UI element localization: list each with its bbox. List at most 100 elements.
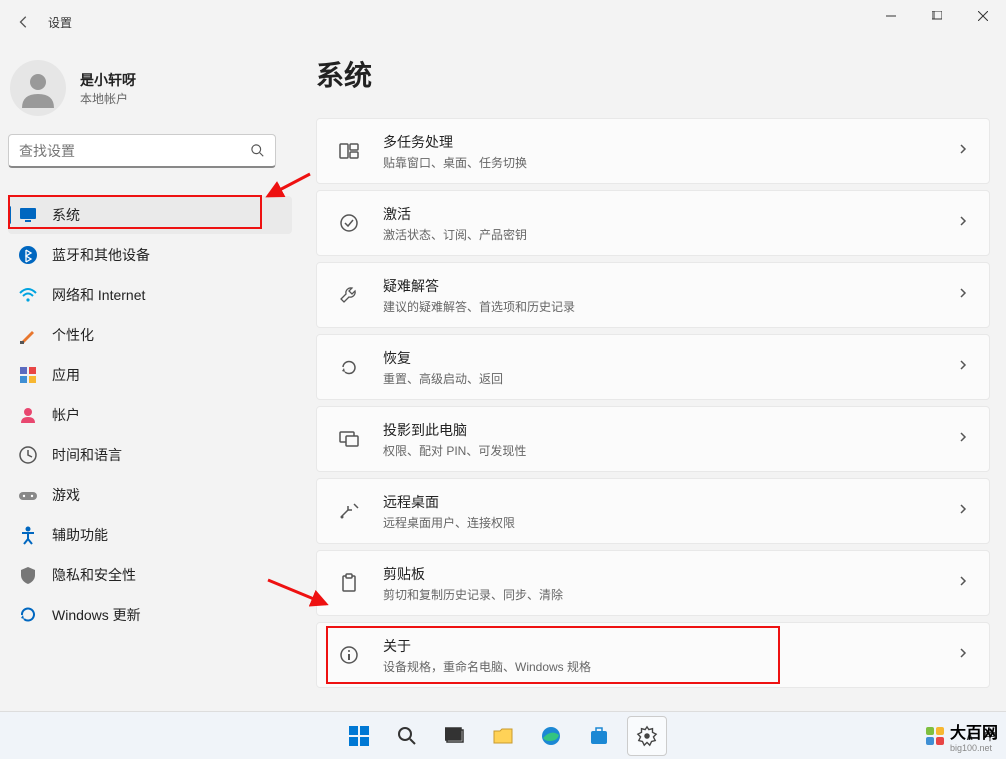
edge-icon xyxy=(540,725,562,747)
sidebar-item-label: 蓝牙和其他设备 xyxy=(52,245,150,265)
chevron-right-icon xyxy=(957,646,969,664)
check-icon xyxy=(337,211,361,235)
row-text: 剪贴板 剪切和复制历史记录、同步、清除 xyxy=(383,564,957,603)
search-input[interactable] xyxy=(8,134,276,168)
sidebar-item-label: 系统 xyxy=(52,205,80,225)
main-panel: 系统 多任务处理 贴靠窗口、桌面、任务切换 激活 激活状态、订阅、产品密钥 疑难… xyxy=(300,44,1006,711)
sidebar-item-7[interactable]: 游戏 xyxy=(8,476,292,514)
row-text: 关于 设备规格，重命名电脑、Windows 规格 xyxy=(383,636,957,675)
maximize-icon xyxy=(932,11,942,21)
multitask-icon xyxy=(337,139,361,163)
close-icon xyxy=(978,11,988,21)
row-text: 远程桌面 远程桌面用户、连接权限 xyxy=(383,492,957,531)
sidebar-item-6[interactable]: 时间和语言 xyxy=(8,436,292,474)
user-account-type: 本地帐户 xyxy=(80,90,136,107)
row-title: 关于 xyxy=(383,636,957,656)
setting-row-project[interactable]: 投影到此电脑 权限、配对 PIN、可发现性 xyxy=(316,406,990,472)
back-button[interactable] xyxy=(8,6,40,38)
sidebar-item-10[interactable]: Windows 更新 xyxy=(8,596,292,634)
arrow-left-icon xyxy=(17,15,31,29)
taskbar: ∧ 中 xyxy=(0,711,1006,759)
start-button[interactable] xyxy=(339,716,379,756)
chevron-right-icon xyxy=(957,502,969,520)
setting-row-clipboard[interactable]: 剪贴板 剪切和复制历史记录、同步、清除 xyxy=(316,550,990,616)
project-icon xyxy=(337,427,361,451)
setting-row-info[interactable]: 关于 设备规格，重命名电脑、Windows 规格 xyxy=(316,622,990,688)
sidebar-item-2[interactable]: 网络和 Internet xyxy=(8,276,292,314)
minimize-button[interactable] xyxy=(868,0,914,32)
watermark: 大百网 big100.net xyxy=(920,717,1002,755)
settings-app[interactable] xyxy=(627,716,667,756)
watermark-url: big100.net xyxy=(950,743,998,753)
file-explorer[interactable] xyxy=(483,716,523,756)
task-view[interactable] xyxy=(435,716,475,756)
row-subtitle: 远程桌面用户、连接权限 xyxy=(383,514,957,531)
row-subtitle: 建议的疑难解答、首选项和历史记录 xyxy=(383,298,957,315)
row-subtitle: 权限、配对 PIN、可发现性 xyxy=(383,442,957,459)
sidebar-item-label: 隐私和安全性 xyxy=(52,565,136,585)
sidebar-item-label: 应用 xyxy=(52,365,80,385)
search-icon xyxy=(397,726,417,746)
shield-icon xyxy=(18,565,38,585)
sidebar-item-1[interactable]: 蓝牙和其他设备 xyxy=(8,236,292,274)
taskbar-icons xyxy=(339,716,667,756)
setting-row-check[interactable]: 激活 激活状态、订阅、产品密钥 xyxy=(316,190,990,256)
taskbar-search[interactable] xyxy=(387,716,427,756)
window-title: 设置 xyxy=(48,14,72,31)
sidebar-item-label: 个性化 xyxy=(52,325,94,345)
row-subtitle: 激活状态、订阅、产品密钥 xyxy=(383,226,957,243)
setting-row-multitask[interactable]: 多任务处理 贴靠窗口、桌面、任务切换 xyxy=(316,118,990,184)
setting-row-remote[interactable]: 远程桌面 远程桌面用户、连接权限 xyxy=(316,478,990,544)
row-text: 投影到此电脑 权限、配对 PIN、可发现性 xyxy=(383,420,957,459)
search-box xyxy=(8,134,276,168)
user-name: 是小轩呀 xyxy=(80,70,136,90)
setting-row-wrench[interactable]: 疑难解答 建议的疑难解答、首选项和历史记录 xyxy=(316,262,990,328)
sidebar-item-4[interactable]: 应用 xyxy=(8,356,292,394)
search-button[interactable] xyxy=(244,138,272,164)
nav-list: 系统蓝牙和其他设备网络和 Internet 个性化应用帐户时间和语言游戏辅助功能隐… xyxy=(8,196,292,634)
clipboard-icon xyxy=(337,571,361,595)
row-title: 远程桌面 xyxy=(383,492,957,512)
sidebar-item-0[interactable]: 系统 xyxy=(8,196,292,234)
bluetooth-icon xyxy=(18,245,38,265)
watermark-logo-icon xyxy=(924,725,946,747)
sidebar-item-5[interactable]: 帐户 xyxy=(8,396,292,434)
row-text: 多任务处理 贴靠窗口、桌面、任务切换 xyxy=(383,132,957,171)
setting-row-recovery[interactable]: 恢复 重置、高级启动、返回 xyxy=(316,334,990,400)
row-text: 疑难解答 建议的疑难解答、首选项和历史记录 xyxy=(383,276,957,315)
windows-logo-icon xyxy=(347,724,371,748)
search-icon xyxy=(251,144,265,158)
sidebar-item-label: Windows 更新 xyxy=(52,605,141,625)
row-title: 剪贴板 xyxy=(383,564,957,584)
microsoft-store[interactable] xyxy=(579,716,619,756)
page-title: 系统 xyxy=(316,54,990,94)
gear-icon xyxy=(636,725,658,747)
close-button[interactable] xyxy=(960,0,1006,32)
sidebar-item-9[interactable]: 隐私和安全性 xyxy=(8,556,292,594)
wrench-icon xyxy=(337,283,361,307)
chevron-right-icon xyxy=(957,286,969,304)
avatar xyxy=(10,60,66,116)
person-icon xyxy=(18,68,58,108)
recovery-icon xyxy=(337,355,361,379)
user-block[interactable]: 是小轩呀 本地帐户 xyxy=(8,52,292,134)
accessibility-icon xyxy=(18,525,38,545)
sidebar-item-8[interactable]: 辅助功能 xyxy=(8,516,292,554)
watermark-brand: 大百网 xyxy=(950,719,998,743)
maximize-button[interactable] xyxy=(914,0,960,32)
update-icon xyxy=(18,605,38,625)
remote-icon xyxy=(337,499,361,523)
minimize-icon xyxy=(886,11,896,21)
sidebar: 是小轩呀 本地帐户 系统蓝牙和其他设备网络和 Internet 个性化应用帐户时间… xyxy=(0,44,300,711)
row-title: 恢复 xyxy=(383,348,957,368)
edge-browser[interactable] xyxy=(531,716,571,756)
row-subtitle: 贴靠窗口、桌面、任务切换 xyxy=(383,154,957,171)
folder-icon xyxy=(492,725,514,747)
chevron-right-icon xyxy=(957,430,969,448)
row-subtitle: 重置、高级启动、返回 xyxy=(383,370,957,387)
account-icon xyxy=(18,405,38,425)
row-title: 多任务处理 xyxy=(383,132,957,152)
chevron-right-icon xyxy=(957,142,969,160)
sidebar-item-label: 游戏 xyxy=(52,485,80,505)
sidebar-item-3[interactable]: 个性化 xyxy=(8,316,292,354)
